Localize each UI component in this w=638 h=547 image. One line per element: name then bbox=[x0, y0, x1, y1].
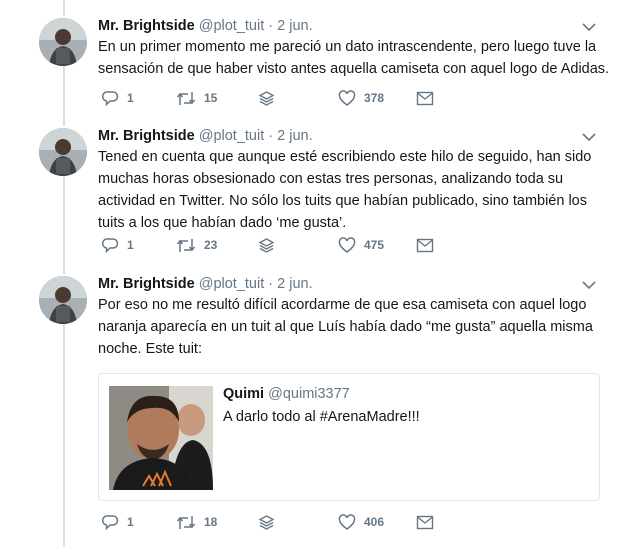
avatar[interactable] bbox=[39, 276, 87, 324]
heart-icon bbox=[338, 89, 356, 106]
tweet-actions: 1 15 378 bbox=[98, 87, 618, 109]
retweet-count: 23 bbox=[204, 238, 218, 252]
retweet-button[interactable]: 15 bbox=[176, 87, 217, 109]
stack-button[interactable] bbox=[258, 234, 275, 256]
author-name[interactable]: Mr. Brightside bbox=[98, 276, 195, 292]
envelope-icon bbox=[416, 91, 434, 105]
direct-message-button[interactable] bbox=[416, 87, 434, 109]
like-count: 406 bbox=[364, 515, 385, 529]
chevron-down-icon[interactable] bbox=[580, 276, 598, 294]
chevron-down-icon[interactable] bbox=[580, 128, 598, 146]
tweet-header: Mr. Brightside @plot_tuit · 2 jun. bbox=[98, 274, 313, 294]
tweet-actions: 1 18 406 bbox=[98, 511, 618, 533]
retweet-icon bbox=[176, 515, 196, 529]
chevron-down-icon[interactable] bbox=[580, 18, 598, 36]
reply-icon bbox=[102, 514, 119, 530]
reply-count: 1 bbox=[127, 515, 134, 529]
quoted-tweet-header: Quimi @quimi3377 bbox=[223, 386, 350, 402]
separator: · bbox=[264, 18, 278, 34]
author-handle[interactable]: @plot_tuit bbox=[199, 276, 265, 292]
author-name[interactable]: Mr. Brightside bbox=[98, 128, 195, 144]
like-button[interactable]: 406 bbox=[338, 511, 384, 533]
separator: · bbox=[264, 128, 278, 144]
direct-message-button[interactable] bbox=[416, 234, 434, 256]
reply-button[interactable]: 1 bbox=[102, 87, 134, 109]
separator: · bbox=[264, 276, 278, 292]
quoted-author-handle[interactable]: @quimi3377 bbox=[268, 386, 350, 402]
stack-button[interactable] bbox=[258, 511, 275, 533]
retweet-icon bbox=[176, 238, 196, 252]
tweet-text: Por eso no me resultó difícil acordarme … bbox=[98, 297, 593, 357]
retweet-count: 15 bbox=[204, 91, 218, 105]
thread-line bbox=[63, 0, 65, 16]
like-button[interactable]: 475 bbox=[338, 234, 384, 256]
retweet-count: 18 bbox=[204, 515, 218, 529]
like-count: 378 bbox=[364, 91, 385, 105]
reply-button[interactable]: 1 bbox=[102, 511, 134, 533]
reply-count: 1 bbox=[127, 238, 134, 252]
stack-button[interactable] bbox=[258, 87, 275, 109]
reply-count: 1 bbox=[127, 91, 134, 105]
author-handle[interactable]: @plot_tuit bbox=[199, 128, 265, 144]
reply-icon bbox=[102, 237, 119, 253]
tweet-date[interactable]: 2 jun. bbox=[277, 128, 312, 144]
tweet-date[interactable]: 2 jun. bbox=[277, 18, 312, 34]
avatar[interactable] bbox=[39, 128, 87, 176]
like-count: 475 bbox=[364, 238, 385, 252]
like-button[interactable]: 378 bbox=[338, 87, 384, 109]
quoted-tweet-text: A darlo todo al #ArenaMadre!!! bbox=[223, 409, 420, 425]
tweet[interactable]: Mr. Brightside @plot_tuit · 2 jun. En un… bbox=[0, 18, 638, 118]
retweet-button[interactable]: 23 bbox=[176, 234, 217, 256]
tweet-date[interactable]: 2 jun. bbox=[277, 276, 312, 292]
tweet-actions: 1 23 475 bbox=[98, 234, 618, 256]
tweet[interactable]: Mr. Brightside @plot_tuit · 2 jun. Tened… bbox=[0, 128, 638, 268]
stack-icon bbox=[258, 237, 275, 253]
stack-icon bbox=[258, 90, 275, 106]
tweet-header: Mr. Brightside @plot_tuit · 2 jun. bbox=[98, 16, 313, 36]
retweet-button[interactable]: 18 bbox=[176, 511, 217, 533]
quoted-author-name[interactable]: Quimi bbox=[223, 386, 264, 402]
author-name[interactable]: Mr. Brightside bbox=[98, 18, 195, 34]
quoted-tweet-photo[interactable] bbox=[109, 386, 213, 490]
tweet-header: Mr. Brightside @plot_tuit · 2 jun. bbox=[98, 126, 313, 146]
stack-icon bbox=[258, 514, 275, 530]
direct-message-button[interactable] bbox=[416, 511, 434, 533]
avatar[interactable] bbox=[39, 18, 87, 66]
tweet-text: En un primer momento me pareció un dato … bbox=[98, 39, 610, 77]
heart-icon bbox=[338, 513, 356, 530]
quoted-tweet-card[interactable]: Quimi @quimi3377 A darlo todo al #ArenaM… bbox=[98, 373, 600, 501]
envelope-icon bbox=[416, 515, 434, 529]
retweet-icon bbox=[176, 91, 196, 105]
author-handle[interactable]: @plot_tuit bbox=[199, 18, 265, 34]
envelope-icon bbox=[416, 238, 434, 252]
tweet-text: Tened en cuenta que aunque esté escribie… bbox=[98, 149, 592, 231]
heart-icon bbox=[338, 236, 356, 253]
reply-icon bbox=[102, 90, 119, 106]
reply-button[interactable]: 1 bbox=[102, 234, 134, 256]
